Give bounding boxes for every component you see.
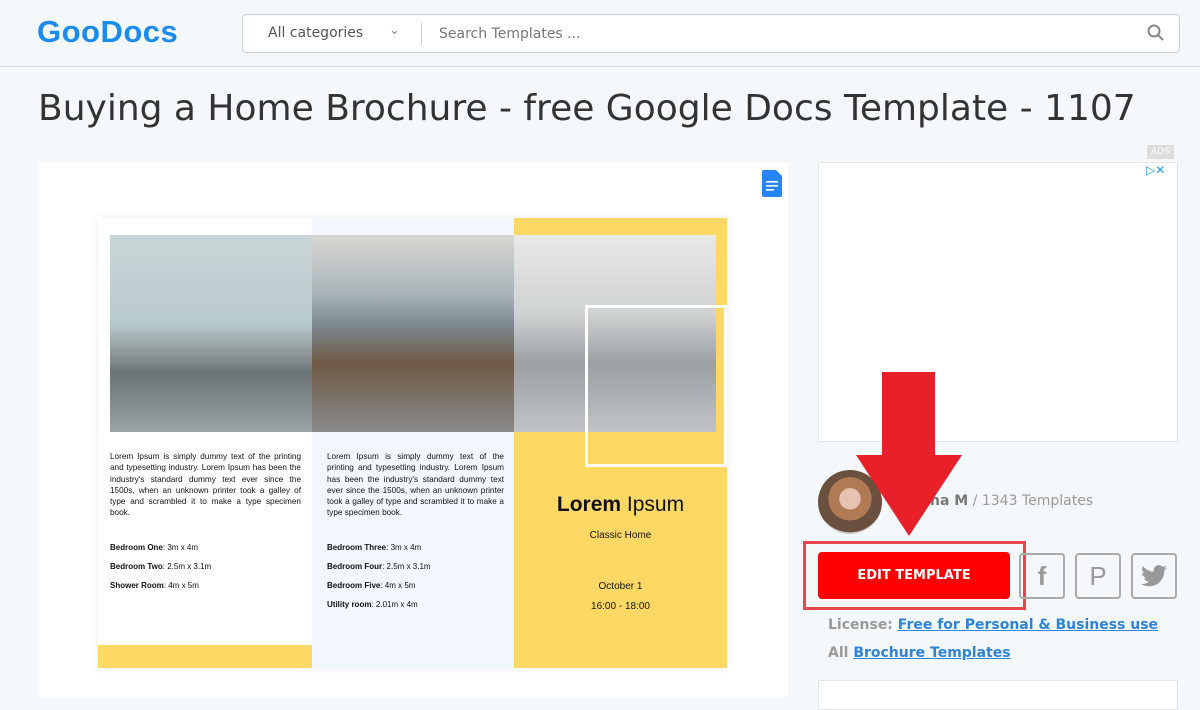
decorative-frame (585, 305, 727, 467)
specs-middle: Bedroom Three: 3m x 4m Bedroom Four: 2.5… (327, 543, 431, 619)
office-photo (312, 235, 514, 432)
ads-label: ADS (1147, 145, 1174, 159)
page-title: Buying a Home Brochure - free Google Doc… (38, 88, 1136, 129)
header: GooDocs All categories ⌄ (0, 0, 1200, 67)
spec-item: Bedroom Four: 2.5m x 3.1m (327, 562, 431, 571)
living-room-photo (110, 235, 312, 432)
divider (421, 23, 422, 45)
logo[interactable]: GooDocs (37, 14, 178, 50)
twitter-share-button[interactable] (1131, 553, 1177, 599)
license-link[interactable]: Free for Personal & Business use (898, 617, 1158, 633)
category-info: All Brochure Templates (828, 645, 1011, 661)
brochure-heading: Lorem Ipsum (556, 493, 685, 516)
lorem-text-left: Lorem Ipsum is simply dummy text of the … (110, 452, 301, 518)
edit-template-button[interactable]: EDIT TEMPLATE (818, 552, 1010, 599)
specs-left: Bedroom One: 3m x 4m Bedroom Two: 2.5m x… (110, 543, 211, 600)
brochure-time: 16:00 - 18:00 (591, 601, 650, 612)
chevron-down-icon[interactable]: ⌄ (389, 23, 400, 38)
pinterest-share-button[interactable]: P (1075, 553, 1121, 599)
category-select[interactable]: All categories (268, 25, 363, 41)
pinterest-icon: P (1089, 560, 1107, 591)
brochure-templates-link[interactable]: Brochure Templates (853, 645, 1010, 661)
lorem-text-middle: Lorem Ipsum is simply dummy text of the … (327, 452, 504, 518)
google-docs-icon (762, 170, 782, 197)
spec-item: Bedroom One: 3m x 4m (110, 543, 199, 552)
yellow-bar (98, 645, 312, 668)
brochure: Lorem Ipsum is simply dummy text of the … (98, 218, 727, 668)
search-input[interactable] (439, 20, 1119, 48)
spec-item: Bedroom Five: 4m x 5m (327, 581, 416, 590)
spec-item: Bedroom Three: 3m x 4m (327, 543, 422, 552)
template-preview[interactable]: Lorem Ipsum is simply dummy text of the … (38, 162, 788, 697)
license-info: License: Free for Personal & Business us… (828, 617, 1159, 633)
brochure-subtitle: Classic Home (589, 530, 652, 541)
red-arrow-annotation (856, 372, 962, 536)
search-bar: All categories ⌄ (242, 14, 1180, 53)
ad-choices-icon[interactable]: ▷✕ (1146, 163, 1165, 177)
spec-item: Bedroom Two: 2.5m x 3.1m (110, 562, 212, 571)
twitter-icon (1141, 565, 1167, 587)
spec-item: Shower Room: 4m x 5m (110, 581, 199, 590)
facebook-icon: f (1037, 560, 1047, 591)
info-box (818, 680, 1178, 710)
facebook-share-button[interactable]: f (1019, 553, 1065, 599)
spec-item: Utility room: 2.01m x 4m (327, 600, 418, 609)
search-icon[interactable] (1146, 23, 1166, 43)
brochure-date: October 1 (598, 581, 643, 592)
